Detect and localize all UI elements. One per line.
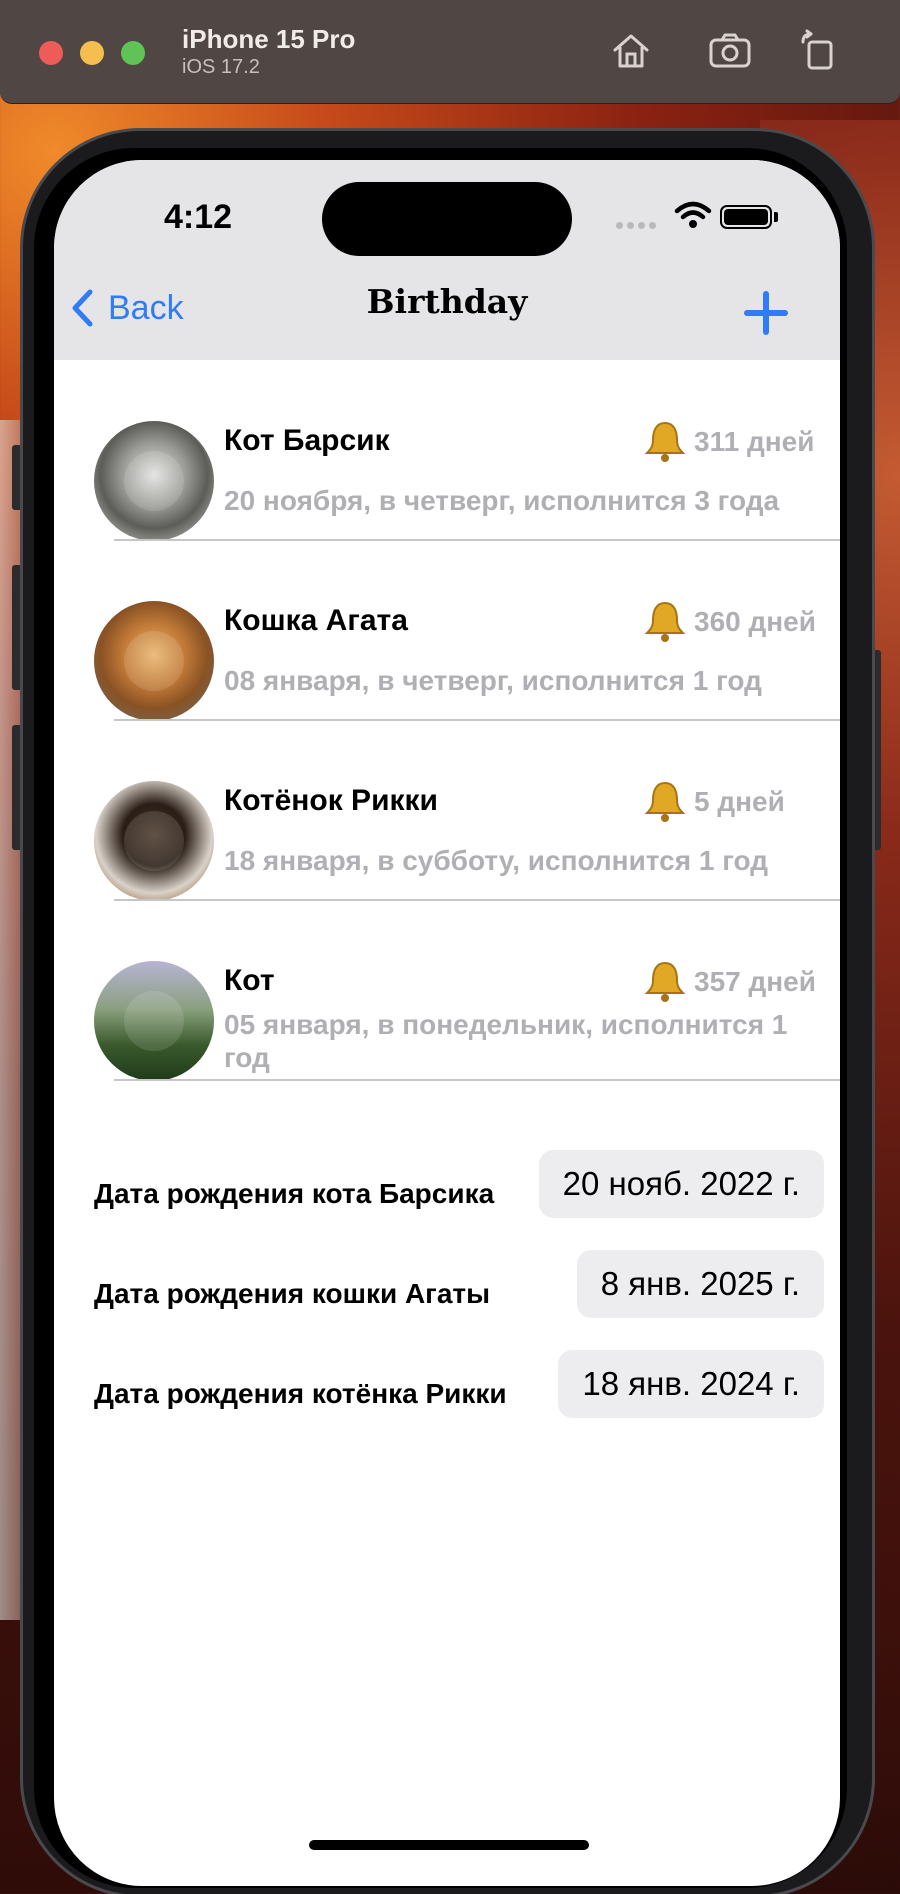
list-item[interactable]: Кот Барсик 311 дней 20 ноября, в четверг… xyxy=(54,360,840,541)
status-time: 4:12 xyxy=(164,198,233,236)
bell-icon xyxy=(644,601,686,642)
pet-name: Кошка Агата xyxy=(224,604,408,637)
pet-name: Котёнок Рикки xyxy=(224,784,438,817)
battery-icon xyxy=(720,205,772,229)
date-picker-label: Дата рождения кошки Агаты xyxy=(94,1278,491,1309)
phone-screen: 4:12 Back Birthday Кот Барсик 311 дней 2… xyxy=(54,160,840,1886)
birthday-list: Кот Барсик 311 дней 20 ноября, в четверг… xyxy=(54,360,840,1081)
days-left: 357 дней xyxy=(694,966,816,997)
home-icon[interactable] xyxy=(608,28,654,74)
zoom-window-button[interactable] xyxy=(121,41,145,65)
birthday-info: 18 января, в субботу, исполнится 1 год xyxy=(224,845,768,876)
pet-name: Кот Барсик xyxy=(224,424,390,457)
dynamic-island xyxy=(322,182,572,256)
list-item[interactable]: Кошка Агата 360 дней 08 января, в четвер… xyxy=(54,540,840,721)
days-left: 5 дней xyxy=(694,786,785,817)
birthday-pickers: Дата рождения кота Барсика 20 нояб. 2022… xyxy=(54,1150,840,1450)
avatar xyxy=(94,601,214,721)
days-left: 360 дней xyxy=(694,606,816,637)
avatar xyxy=(94,421,214,541)
date-picker-label: Дата рождения котёнка Рикки xyxy=(94,1378,507,1409)
minimize-window-button[interactable] xyxy=(80,41,104,65)
simulator-os-version: iOS 17.2 xyxy=(182,56,260,78)
birthday-info: 05 января, в понедельник, исполнится 1 г… xyxy=(224,1009,788,1073)
list-item[interactable]: Кот 357 дней 05 января, в понедельник, и… xyxy=(54,900,840,1081)
simulator-device-name: iPhone 15 Pro xyxy=(182,24,356,54)
screenshot-icon[interactable] xyxy=(707,28,753,74)
date-picker-button[interactable]: 8 янв. 2025 г. xyxy=(576,1250,824,1318)
list-item[interactable]: Котёнок Рикки 5 дней 18 января, в суббот… xyxy=(54,720,840,901)
navigation-bar: 4:12 Back Birthday xyxy=(54,160,840,360)
date-picker-row: Дата рождения кошки Агаты 8 янв. 2025 г. xyxy=(54,1250,840,1350)
avatar xyxy=(94,781,214,901)
bell-icon xyxy=(644,781,686,822)
cellular-signal-icon xyxy=(616,222,656,229)
wifi-icon xyxy=(674,201,712,228)
divider xyxy=(114,1079,840,1081)
plus-icon[interactable] xyxy=(744,291,788,335)
avatar xyxy=(94,961,214,1081)
home-indicator[interactable] xyxy=(309,1840,589,1850)
birthday-info: 08 января, в четверг, исполнится 1 год xyxy=(224,665,762,696)
date-picker-row: Дата рождения кота Барсика 20 нояб. 2022… xyxy=(54,1150,840,1250)
battery-tip xyxy=(774,212,778,222)
close-window-button[interactable] xyxy=(39,41,63,65)
date-picker-row: Дата рождения котёнка Рикки 18 янв. 2024… xyxy=(54,1350,840,1450)
date-picker-button[interactable]: 18 янв. 2024 г. xyxy=(558,1350,824,1418)
date-picker-button[interactable]: 20 нояб. 2022 г. xyxy=(538,1150,824,1218)
days-left: 311 дней xyxy=(694,426,815,457)
date-picker-label: Дата рождения кота Барсика xyxy=(94,1178,495,1209)
bell-icon xyxy=(644,421,686,462)
bell-icon xyxy=(644,961,686,1002)
page-title: Birthday xyxy=(366,282,528,321)
pet-name: Кот xyxy=(224,964,275,997)
birthday-info: 20 ноября, в четверг, исполнится 3 года xyxy=(224,485,780,516)
rotate-icon[interactable] xyxy=(797,28,843,74)
simulator-toolbar: iPhone 15 Pro iOS 17.2 xyxy=(0,0,900,104)
